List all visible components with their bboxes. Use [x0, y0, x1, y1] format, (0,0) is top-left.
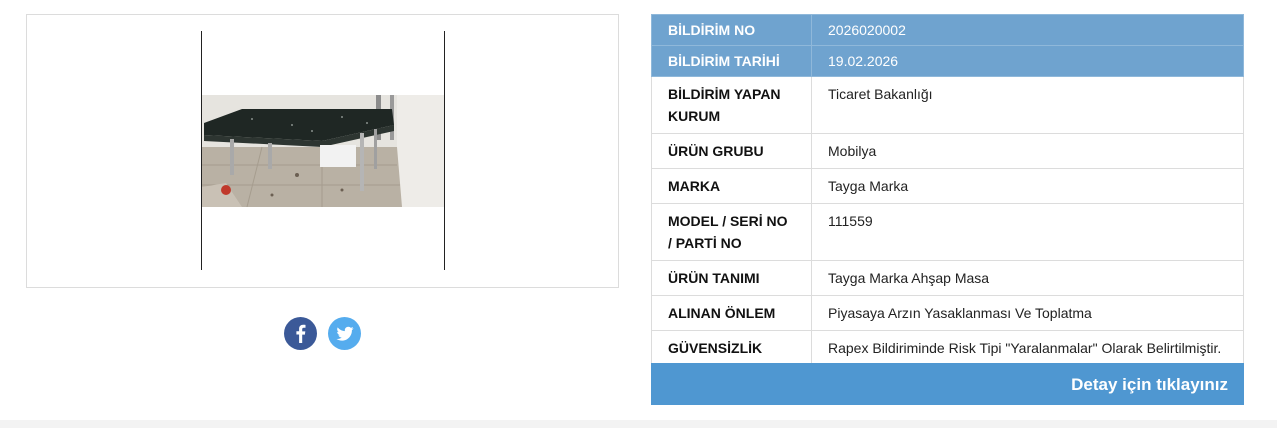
- twitter-share-button[interactable]: [328, 317, 361, 350]
- table-row: MODEL / SERİ NO / PARTİ NO 111559: [651, 203, 1244, 261]
- row-label: ALINAN ÖNLEM: [651, 295, 812, 331]
- row-value: Mobilya: [811, 133, 1244, 169]
- row-label: BİLDİRİM NO: [651, 14, 812, 46]
- facebook-icon: [296, 324, 306, 343]
- row-label: MARKA: [651, 168, 812, 204]
- row-value: Tayga Marka: [811, 168, 1244, 204]
- row-label: MODEL / SERİ NO / PARTİ NO: [651, 203, 812, 261]
- notification-details-table: BİLDİRİM NO 2026020002 BİLDİRİM TARİHİ 1…: [651, 14, 1244, 388]
- product-image-box[interactable]: [201, 31, 445, 270]
- row-value: 19.02.2026: [811, 45, 1244, 77]
- row-value: 2026020002: [811, 14, 1244, 46]
- row-label: BİLDİRİM YAPAN KURUM: [651, 76, 812, 134]
- row-value: Tayga Marka Ahşap Masa: [811, 260, 1244, 296]
- row-value: 111559: [811, 203, 1244, 261]
- detail-button[interactable]: Detay için tıklayınız: [651, 363, 1244, 405]
- table-row: ÜRÜN TANIMI Tayga Marka Ahşap Masa: [651, 260, 1244, 296]
- table-row: MARKA Tayga Marka: [651, 168, 1244, 204]
- facebook-share-button[interactable]: [284, 317, 317, 350]
- twitter-icon: [336, 326, 354, 341]
- share-buttons: [284, 317, 361, 350]
- footer-divider: [0, 420, 1277, 428]
- table-row: BİLDİRİM NO 2026020002: [651, 14, 1244, 46]
- table-photo-illustration: [202, 95, 444, 207]
- row-label: ÜRÜN TANIMI: [651, 260, 812, 296]
- row-label: BİLDİRİM TARİHİ: [651, 45, 812, 77]
- row-value: Ticaret Bakanlığı: [811, 76, 1244, 134]
- product-photo[interactable]: [202, 95, 444, 207]
- table-row: BİLDİRİM TARİHİ 19.02.2026: [651, 45, 1244, 77]
- product-image-frame: [26, 14, 619, 288]
- table-row: BİLDİRİM YAPAN KURUM Ticaret Bakanlığı: [651, 76, 1244, 134]
- row-value: Piyasaya Arzın Yasaklanması Ve Toplatma: [811, 295, 1244, 331]
- row-label: ÜRÜN GRUBU: [651, 133, 812, 169]
- table-row: ALINAN ÖNLEM Piyasaya Arzın Yasaklanması…: [651, 295, 1244, 331]
- notification-page: BİLDİRİM NO 2026020002 BİLDİRİM TARİHİ 1…: [0, 0, 1277, 428]
- table-row: ÜRÜN GRUBU Mobilya: [651, 133, 1244, 169]
